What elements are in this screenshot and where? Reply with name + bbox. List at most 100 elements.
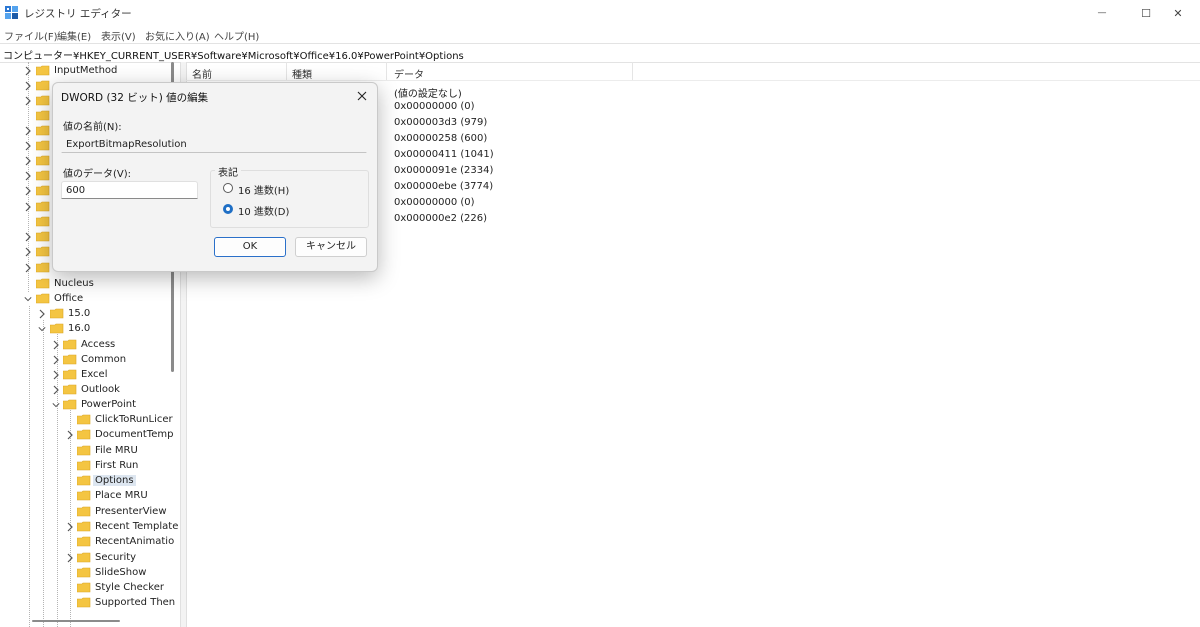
minimize-button[interactable]: —: [1080, 0, 1124, 26]
ok-button[interactable]: OK: [214, 237, 286, 257]
value-data-cell[interactable]: 0x00000000 (0): [394, 101, 475, 112]
tree-item[interactable]: [0, 261, 60, 276]
tree-item[interactable]: [0, 245, 60, 260]
dialog-close-button[interactable]: [353, 87, 371, 105]
chevron-right-icon[interactable]: [24, 186, 32, 196]
folder-icon: [77, 445, 91, 456]
value-data-cell[interactable]: 0x000000e2 (226): [394, 213, 487, 224]
value-data-cell[interactable]: 0x00000000 (0): [394, 197, 475, 208]
value-data-input[interactable]: 600: [61, 181, 198, 199]
address-bar[interactable]: コンピューター¥HKEY_CURRENT_USER¥Software¥Micro…: [0, 43, 1200, 63]
tree-item[interactable]: [0, 154, 60, 169]
value-data-cell[interactable]: 0x0000091e (2334): [394, 165, 493, 176]
tree-item-powerpoint[interactable]: PowerPoint: [0, 398, 180, 413]
chevron-right-icon[interactable]: [24, 96, 32, 106]
tree-item-documenttemplate[interactable]: DocumentTemp: [0, 428, 180, 443]
column-divider[interactable]: [386, 62, 387, 80]
tree-item-security[interactable]: Security: [0, 551, 180, 566]
tree-item-first-run[interactable]: First Run: [0, 459, 180, 474]
tree-item[interactable]: [0, 169, 60, 184]
maximize-icon: ☐: [1141, 6, 1151, 20]
tree-item[interactable]: [0, 124, 60, 139]
tree-item[interactable]: [0, 200, 60, 215]
chevron-right-icon[interactable]: [24, 126, 32, 136]
chevron-right-icon[interactable]: [52, 385, 60, 395]
column-divider[interactable]: [632, 62, 633, 80]
column-divider[interactable]: [286, 62, 287, 80]
tree-item-15-0[interactable]: 15.0: [0, 307, 180, 322]
tree-item[interactable]: [0, 94, 60, 109]
tree-item-label: ClickToRunLicer: [95, 414, 173, 425]
folder-icon: [36, 95, 50, 106]
close-window-button[interactable]: ✕: [1156, 0, 1200, 26]
tree-item-label: 15.0: [68, 308, 91, 319]
column-header-type[interactable]: 種類: [292, 66, 312, 81]
tree-item-place-mru[interactable]: Place MRU: [0, 489, 180, 504]
chevron-right-icon[interactable]: [24, 156, 32, 166]
column-header-name[interactable]: 名前: [192, 66, 212, 81]
chevron-right-icon[interactable]: [24, 66, 32, 76]
chevron-down-icon[interactable]: [38, 324, 46, 334]
chevron-right-icon[interactable]: [24, 232, 32, 242]
folder-icon: [36, 278, 50, 289]
tree-item-file-mru[interactable]: File MRU: [0, 444, 180, 459]
chevron-right-icon[interactable]: [52, 355, 60, 365]
tree-item-label: Access: [81, 339, 116, 350]
tree-item-access[interactable]: Access: [0, 338, 180, 353]
tree-item[interactable]: [0, 109, 60, 124]
value-data-cell[interactable]: (値の設定なし): [394, 85, 462, 100]
tree-item-style-checker[interactable]: Style Checker: [0, 581, 180, 596]
tree-item-inputmethod[interactable]: InputMethod: [0, 64, 180, 79]
tree-item-presenterview[interactable]: PresenterView: [0, 505, 180, 520]
tree-item-label: InputMethod: [54, 65, 118, 76]
tree-item-slideshow[interactable]: SlideShow: [0, 566, 180, 581]
value-data-cell[interactable]: 0x00000258 (600): [394, 133, 487, 144]
tree-item-recentanimation[interactable]: RecentAnimatio: [0, 535, 180, 550]
tree-item-clicktorunlicensing[interactable]: ClickToRunLicer: [0, 413, 180, 428]
column-header-data[interactable]: データ: [394, 66, 424, 81]
value-name-field[interactable]: ExportBitmapResolution: [61, 135, 367, 153]
tree-item-16-0[interactable]: 16.0: [0, 322, 180, 337]
folder-icon: [77, 536, 91, 547]
cancel-button[interactable]: キャンセル: [295, 237, 367, 257]
chevron-down-icon[interactable]: [52, 400, 60, 410]
tree-item-nucleus[interactable]: Nucleus: [0, 277, 180, 292]
tree-item-supported-themes[interactable]: Supported Then: [0, 596, 180, 611]
chevron-right-icon[interactable]: [38, 309, 46, 319]
tree-item-outlook[interactable]: Outlook: [0, 383, 180, 398]
tree-horizontal-scrollbar[interactable]: [32, 620, 120, 622]
value-data-cell[interactable]: 0x00000411 (1041): [394, 149, 494, 160]
value-data-cell[interactable]: 0x00000ebe (3774): [394, 181, 493, 192]
chevron-right-icon[interactable]: [24, 263, 32, 273]
chevron-right-icon[interactable]: [24, 202, 32, 212]
chevron-down-icon[interactable]: [24, 294, 32, 304]
tree-item-options[interactable]: Options: [0, 474, 180, 489]
tree-item[interactable]: [0, 230, 60, 245]
tree-item[interactable]: [0, 79, 60, 94]
value-data-cell[interactable]: 0x000003d3 (979): [394, 117, 487, 128]
tree-item-excel[interactable]: Excel: [0, 368, 180, 383]
tree-item[interactable]: [0, 184, 60, 199]
tree-item-recent-templates[interactable]: Recent Template: [0, 520, 180, 535]
tree-item[interactable]: [0, 215, 60, 230]
menu-favorites[interactable]: お気に入り(A): [145, 28, 210, 43]
chevron-right-icon[interactable]: [24, 171, 32, 181]
chevron-right-icon[interactable]: [66, 430, 74, 440]
chevron-right-icon[interactable]: [52, 370, 60, 380]
tree-item-office[interactable]: Office: [0, 292, 180, 307]
menu-help[interactable]: ヘルプ(H): [214, 28, 259, 43]
chevron-right-icon[interactable]: [24, 247, 32, 257]
chevron-right-icon[interactable]: [24, 81, 32, 91]
tree-item-label: Style Checker: [95, 582, 164, 593]
radio-checked-icon[interactable]: [223, 204, 233, 214]
radio-unchecked-icon[interactable]: [223, 183, 233, 193]
tree-item[interactable]: [0, 139, 60, 154]
chevron-right-icon[interactable]: [66, 522, 74, 532]
chevron-right-icon[interactable]: [66, 553, 74, 563]
menu-edit[interactable]: 編集(E): [57, 28, 91, 43]
chevron-right-icon[interactable]: [24, 141, 32, 151]
menu-view[interactable]: 表示(V): [101, 28, 136, 43]
tree-item-common[interactable]: Common: [0, 353, 180, 368]
menu-file[interactable]: ファイル(F): [4, 28, 58, 43]
chevron-right-icon[interactable]: [52, 340, 60, 350]
